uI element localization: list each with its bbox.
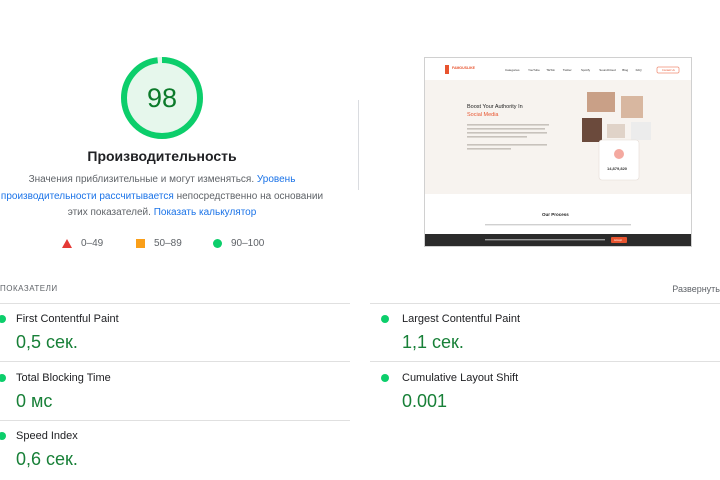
performance-description: Значения приблизительные и могут изменят… bbox=[0, 172, 324, 222]
screenshot-image: FAMOUSLIKE Categories YouTube TikTok Twitte… bbox=[425, 58, 691, 246]
show-calculator-link[interactable]: Показать калькулятор bbox=[154, 207, 257, 218]
preview-nav-item: TikTok bbox=[546, 68, 555, 72]
expand-view-toggle[interactable]: Развернуть bbox=[672, 284, 720, 294]
metrics-divider bbox=[0, 361, 350, 362]
fail-triangle-icon bbox=[62, 238, 72, 248]
metric-value: 1,1 сек. bbox=[402, 332, 464, 352]
metrics-section-title: ПОКАЗАТЕЛИ bbox=[0, 284, 58, 293]
metrics-divider bbox=[370, 361, 720, 362]
legend-average-label: 50–89 bbox=[154, 237, 182, 249]
metrics-divider bbox=[0, 420, 350, 421]
preview-nav-item: SoundCloud bbox=[599, 68, 616, 72]
pass-circle-icon bbox=[0, 374, 6, 382]
legend-poor: 0–49 bbox=[62, 236, 103, 250]
preview-hero-title-1: Boost Your Authority In bbox=[467, 104, 523, 110]
metric-name: Total Blocking Time bbox=[16, 372, 111, 384]
preview-logo: FAMOUSLIKE bbox=[452, 66, 476, 70]
preview-nav-item: Categories bbox=[505, 68, 520, 72]
legend-average: 50–89 bbox=[136, 236, 182, 250]
preview-nav-item: YouTube bbox=[528, 68, 540, 72]
preview-nav-item: Spotify bbox=[581, 68, 591, 72]
performance-score: 98 bbox=[146, 83, 178, 113]
average-square-icon bbox=[136, 238, 145, 248]
preview-nav-item: Twitter bbox=[563, 68, 572, 72]
vertical-divider bbox=[358, 100, 359, 190]
legend-poor-label: 0–49 bbox=[81, 237, 104, 249]
metrics-divider bbox=[0, 303, 350, 304]
legend-good-label: 90–100 bbox=[231, 237, 265, 249]
pass-circle-icon bbox=[0, 432, 6, 440]
preview-nav-item: Blog bbox=[622, 68, 628, 72]
metric-name: Largest Contentful Paint bbox=[402, 313, 521, 325]
preview-cookie-button: Accept bbox=[614, 238, 622, 242]
pass-circle-icon bbox=[0, 315, 6, 323]
metric-name: Cumulative Layout Shift bbox=[402, 372, 519, 384]
preview-process-title: Our Process bbox=[542, 212, 569, 217]
pass-circle-icon bbox=[213, 238, 222, 248]
metric-value: 0,6 сек. bbox=[16, 449, 78, 469]
preview-nav-item: FAQ bbox=[636, 68, 643, 72]
performance-score-gauge: 98 bbox=[121, 57, 203, 139]
metric-name: First Contentful Paint bbox=[16, 313, 119, 325]
metric-value: 0.001 bbox=[402, 391, 448, 411]
description-text-1: Значения приблизительные и могут изменят… bbox=[28, 174, 255, 185]
performance-title: Производительность bbox=[87, 148, 237, 164]
metric-name: Speed Index bbox=[16, 430, 78, 442]
preview-hero-title-2: Social Media bbox=[467, 112, 499, 118]
page-screenshot-thumbnail[interactable]: FAMOUSLIKE Categories YouTube TikTok Twitte… bbox=[424, 57, 692, 247]
metric-value: 0,5 сек. bbox=[16, 332, 78, 352]
pass-circle-icon bbox=[381, 374, 389, 382]
metric-value: 0 мс bbox=[16, 391, 53, 411]
legend-good: 90–100 bbox=[213, 236, 264, 250]
pass-circle-icon bbox=[381, 315, 389, 323]
preview-contact-button: Contact Us bbox=[662, 68, 676, 72]
preview-counter: 14,879,820 bbox=[607, 166, 628, 171]
metrics-divider bbox=[370, 303, 720, 304]
